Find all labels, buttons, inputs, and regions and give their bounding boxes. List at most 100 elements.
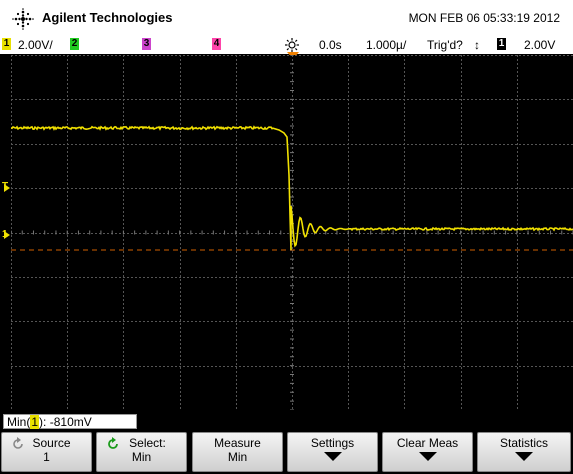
- grid-tick: [290, 178, 294, 180]
- grid-tick: [527, 230, 529, 235]
- grid-tick: [482, 230, 484, 235]
- grid-tick: [44, 230, 46, 235]
- measure-softkey[interactable]: Measure Min: [192, 432, 283, 472]
- sun-icon: [285, 38, 299, 52]
- grid-tick: [290, 125, 294, 127]
- grid-tick: [290, 400, 294, 402]
- timebase-readout: 1.000µ/: [366, 38, 407, 52]
- grid-tick: [290, 338, 294, 340]
- clear-meas-softkey[interactable]: Clear Meas: [382, 432, 473, 472]
- measurement-suffix: ):: [39, 415, 47, 429]
- grid-tick: [290, 409, 294, 410]
- grid-tick: [381, 230, 383, 235]
- grid-tick: [290, 55, 294, 56]
- grid-tick: [290, 267, 294, 269]
- grid-tick: [290, 391, 294, 393]
- rotate-knob-icon-green: [108, 437, 118, 449]
- grid-tick: [290, 374, 294, 375]
- grid-tick: [426, 230, 428, 235]
- grid-tick: [561, 230, 563, 235]
- grid-tick: [269, 230, 271, 235]
- grid-tick: [55, 230, 57, 235]
- grid-tick: [290, 98, 294, 100]
- measurement-readout: Min(1): -810mV: [3, 414, 137, 429]
- grid-tick: [290, 152, 294, 154]
- channel-4-badge[interactable]: 4: [212, 38, 221, 50]
- delay-readout: 0.0s: [319, 38, 342, 52]
- channel-2-badge[interactable]: 2: [70, 38, 79, 50]
- grid-tick: [493, 230, 495, 235]
- grid-tick: [290, 169, 294, 171]
- down-arrow-icon: [418, 452, 437, 461]
- grid-tick: [370, 230, 372, 235]
- grid-tick: [224, 230, 226, 235]
- grid-tick: [122, 230, 124, 235]
- grid-tick: [290, 72, 294, 74]
- grid-tick: [471, 230, 473, 235]
- datetime: MON FEB 06 05:33:19 2012: [408, 11, 560, 25]
- trigger-source-badge[interactable]: 1: [497, 38, 506, 50]
- grid-tick: [415, 230, 417, 235]
- settings-softkey[interactable]: Settings: [287, 432, 378, 472]
- grid-tick: [505, 230, 507, 235]
- grid-tick: [290, 161, 294, 162]
- grid-tick: [290, 107, 294, 109]
- grid-tick: [290, 294, 294, 296]
- grid-tick: [190, 230, 192, 235]
- trigger-state: Trig'd?: [427, 38, 463, 52]
- grid-tick: [437, 230, 439, 235]
- channel-1-badge[interactable]: 1: [2, 38, 11, 50]
- grid-tick: [134, 230, 136, 235]
- grid-tick: [290, 320, 294, 322]
- measurement-label: Min(: [7, 415, 31, 429]
- grid-tick: [538, 230, 540, 235]
- grid-tick: [201, 230, 203, 235]
- ground-arrow-icon: [4, 231, 10, 239]
- grid-tick: [11, 230, 12, 235]
- measurement-channel: 1: [30, 415, 40, 429]
- grid-tick: [77, 230, 79, 235]
- grid-tick: [290, 116, 294, 118]
- grid-tick: [290, 285, 294, 287]
- softkey-bar: Source 1 Select: Min Measure Min Setting…: [0, 431, 573, 474]
- grid-tick: [403, 230, 405, 235]
- waveform-graticule: [11, 55, 573, 410]
- header-bar: Agilent Technologies MON FEB 06 05:33:19…: [0, 0, 573, 36]
- grid-tick: [100, 230, 102, 235]
- trigger-level: 2.00V: [524, 38, 556, 52]
- grid-tick: [290, 187, 294, 189]
- grid-tick: [280, 230, 282, 235]
- grid-tick: [336, 230, 338, 235]
- trigger-level-arrow-icon: [4, 184, 10, 192]
- select-softkey[interactable]: Select: Min: [96, 432, 187, 472]
- grid-tick: [516, 230, 518, 235]
- oscilloscope-screen: Agilent Technologies MON FEB 06 05:33:19…: [0, 0, 573, 474]
- rotate-knob-icon: [13, 437, 23, 449]
- channel-3-badge[interactable]: 3: [142, 38, 151, 50]
- down-arrow-icon: [323, 452, 342, 461]
- grid-tick: [290, 311, 294, 313]
- grid-tick: [89, 230, 91, 235]
- grid-tick: [21, 230, 23, 235]
- source-softkey[interactable]: Source 1: [1, 432, 92, 472]
- grid-tick: [290, 276, 294, 278]
- grid-tick: [290, 143, 294, 145]
- grid-tick: [347, 230, 349, 235]
- grid-tick: [246, 230, 248, 235]
- grid-tick: [290, 382, 294, 384]
- channel-1-scale: 2.00V/: [18, 38, 53, 52]
- agilent-spark-icon: [12, 8, 34, 30]
- grid-tick: [290, 90, 294, 91]
- grid-tick: [550, 230, 552, 235]
- grid-tick: [145, 230, 147, 235]
- statistics-softkey[interactable]: Statistics: [477, 432, 571, 472]
- grid-tick: [66, 230, 68, 235]
- grid-tick: [290, 329, 294, 331]
- grid-tick: [212, 230, 214, 235]
- grid-tick: [32, 230, 34, 235]
- grid-tick: [448, 230, 450, 235]
- grid-tick: [257, 230, 259, 235]
- grid-tick: [460, 230, 462, 235]
- grid-tick: [358, 230, 360, 235]
- grid-tick: [167, 230, 169, 235]
